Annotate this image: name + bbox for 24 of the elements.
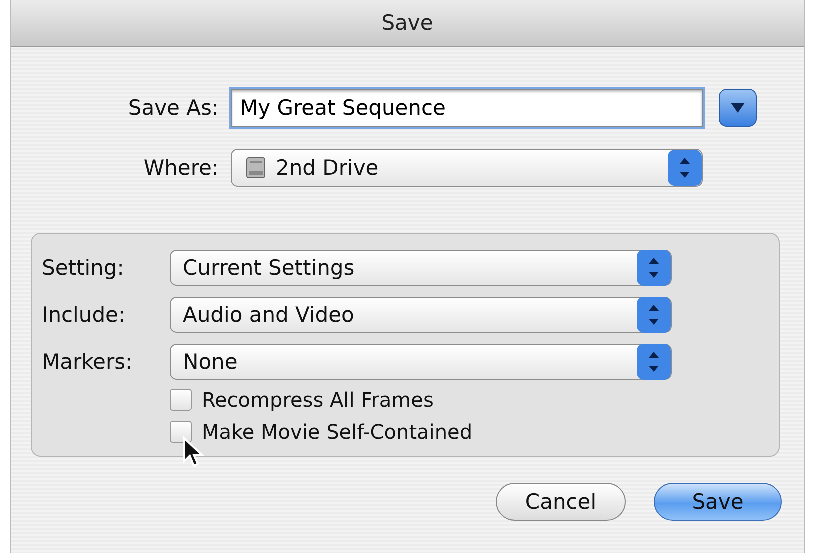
option-label: Include: <box>42 303 126 327</box>
checkbox-label[interactable]: Recompress All Frames <box>202 388 434 412</box>
checkbox-label[interactable]: Make Movie Self-Contained <box>202 420 473 444</box>
save-button[interactable]: Save <box>654 483 782 521</box>
window-title: Save <box>11 0 804 47</box>
option-popup[interactable]: Audio and Video <box>170 297 672 333</box>
option-popup[interactable]: Current Settings <box>170 250 672 286</box>
option-popup[interactable]: None <box>170 344 672 380</box>
drive-icon <box>244 156 268 180</box>
option-label: Markers: <box>42 350 133 374</box>
cancel-button[interactable]: Cancel <box>496 483 626 521</box>
stepper-icon <box>637 297 671 333</box>
stepper-icon <box>668 150 702 186</box>
expand-button[interactable] <box>719 89 757 127</box>
pointer-cursor-icon <box>182 436 204 468</box>
location-popup[interactable]: 2nd Drive <box>231 149 703 187</box>
stepper-icon <box>637 344 671 380</box>
where-label: Where: <box>144 156 219 180</box>
filename-field[interactable]: My Great Sequence <box>231 89 703 127</box>
triangle-down-icon <box>730 102 746 114</box>
stepper-icon <box>637 250 671 286</box>
checkbox[interactable] <box>170 389 192 411</box>
save-as-label: Save As: <box>128 96 219 120</box>
option-label: Setting: <box>42 256 124 280</box>
